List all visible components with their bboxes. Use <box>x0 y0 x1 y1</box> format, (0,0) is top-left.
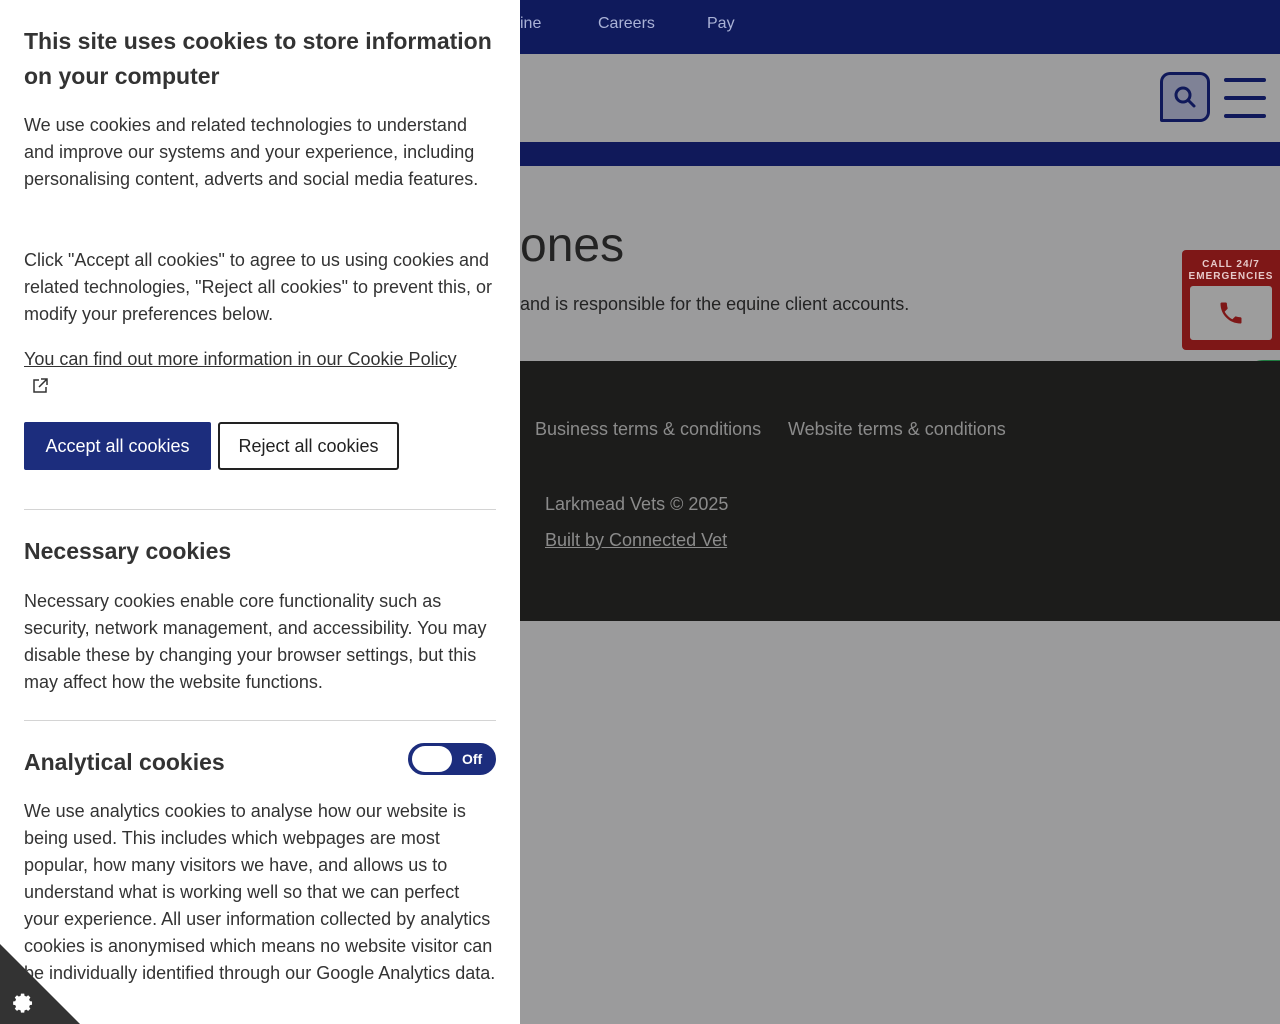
cookie-instructions-text: Click "Accept all cookies" to agree to u… <box>24 250 493 324</box>
page-subtitle: and is responsible for the equine client… <box>520 294 910 314</box>
gear-icon <box>13 993 33 1013</box>
necessary-cookies-text: Necessary cookies enable core functional… <box>24 591 487 692</box>
hamburger-menu-icon[interactable] <box>1224 78 1266 118</box>
nav-link-pay[interactable]: Pay <box>707 15 735 33</box>
cookie-policy-link[interactable]: You can find out more information in our… <box>24 346 496 373</box>
footer-link-website-terms[interactable]: Website terms & conditions <box>788 419 1006 440</box>
emergency-call-widget[interactable]: CALL 24/7 EMERGENCIES <box>1182 250 1280 350</box>
emergency-phone-button[interactable] <box>1190 286 1272 340</box>
necessary-cookies-title: Necessary cookies <box>24 538 232 564</box>
cookie-panel-title: This site uses cookies to store informat… <box>24 28 492 89</box>
nav-link-careers[interactable]: Careers <box>598 15 655 33</box>
footer-link-business-terms[interactable]: Business terms & conditions <box>535 419 761 440</box>
cookie-settings-corner-button[interactable] <box>0 944 80 1024</box>
emergency-label: CALL 24/7 EMERGENCIES <box>1188 259 1274 282</box>
analytical-cookies-title: Analytical cookies <box>24 749 225 775</box>
accept-all-cookies-button[interactable]: Accept all cookies <box>24 422 211 470</box>
reject-all-cookies-button[interactable]: Reject all cookies <box>218 422 399 470</box>
toggle-state-label: Off <box>462 751 483 767</box>
analytical-cookies-toggle[interactable]: Off <box>408 743 496 775</box>
section-divider <box>24 720 496 721</box>
toggle-knob <box>412 746 452 772</box>
page-title: ones <box>520 219 625 272</box>
section-divider <box>24 509 496 510</box>
cookie-consent-panel: This site uses cookies to store informat… <box>0 0 520 1024</box>
search-icon <box>1174 86 1196 108</box>
analytical-cookies-text: We use analytics cookies to analyse how … <box>24 801 496 983</box>
footer-built-by-link[interactable]: Built by Connected Vet <box>545 530 727 551</box>
search-button[interactable] <box>1160 72 1210 122</box>
footer-copyright: Larkmead Vets © 2025 <box>545 494 729 514</box>
nav-link-equine[interactable]: ine <box>520 15 541 33</box>
phone-icon <box>1220 302 1242 324</box>
external-link-icon[interactable] <box>31 377 49 395</box>
cookie-intro-text: We use cookies and related technologies … <box>24 115 479 189</box>
